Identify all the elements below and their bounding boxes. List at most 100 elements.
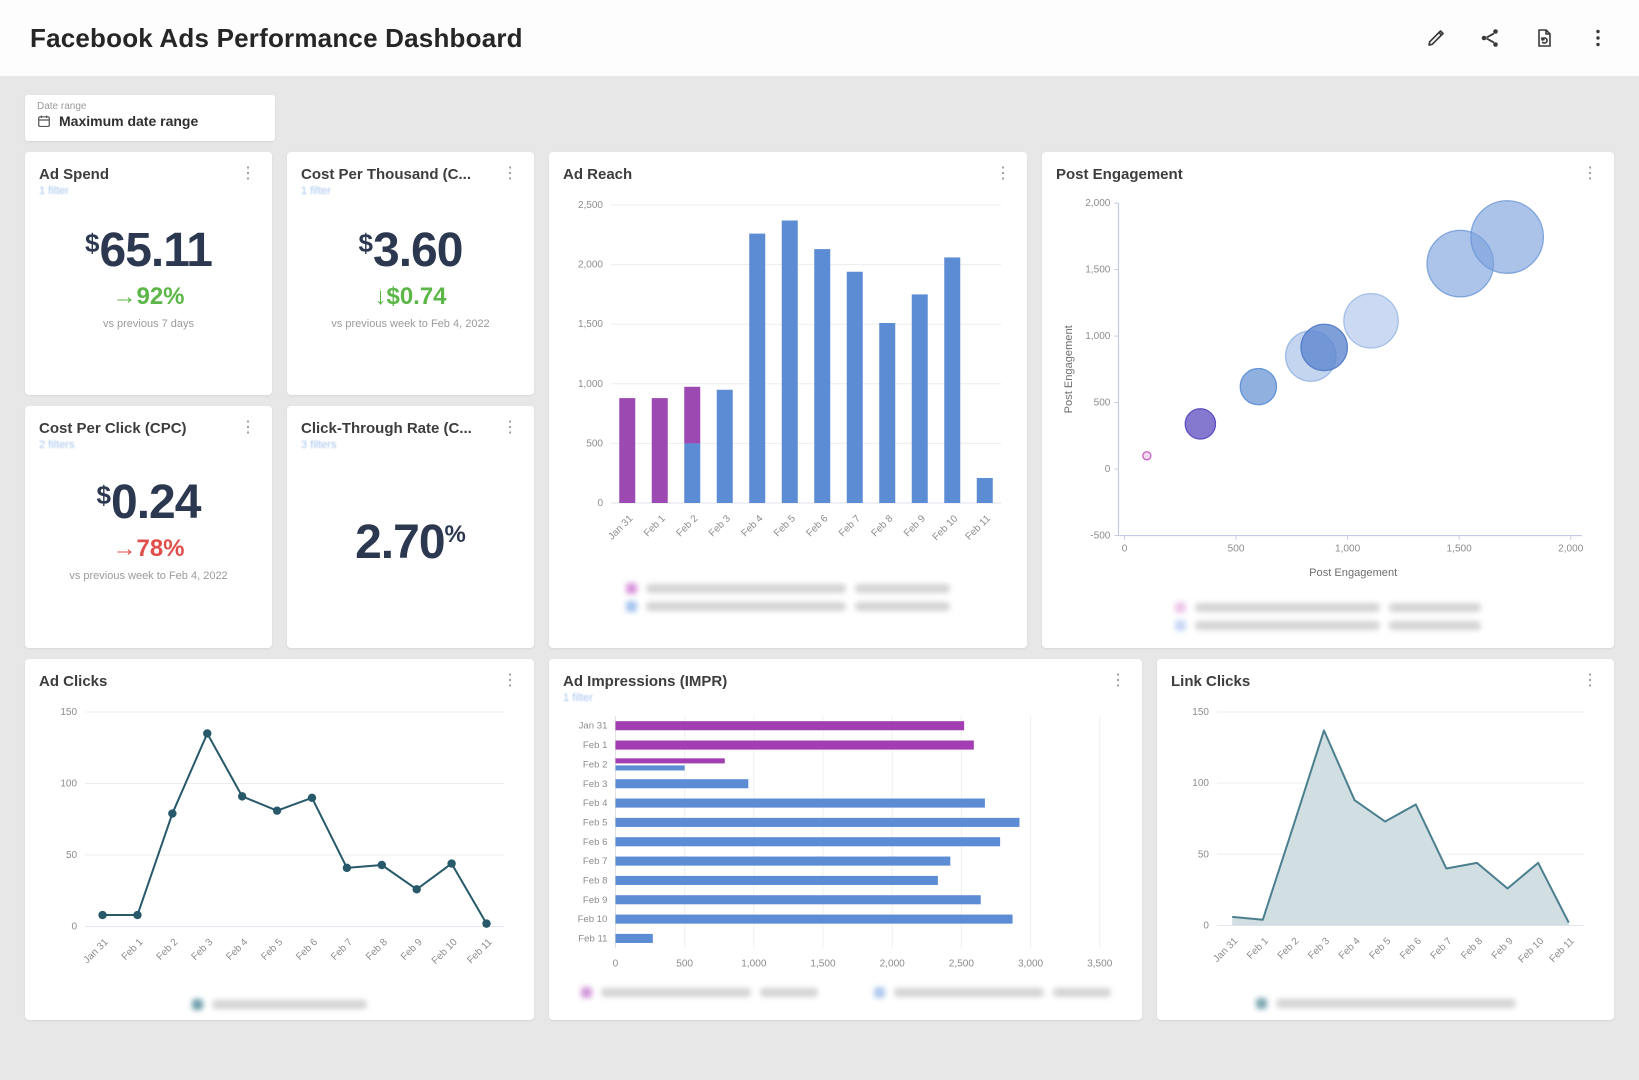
- svg-text:50: 50: [1198, 850, 1210, 861]
- kpi-comparison-text: vs previous week to Feb 4, 2022: [54, 569, 244, 584]
- card-ad-reach: Ad Reach ⋮ 05001,0001,5002,0002,500Jan 3…: [549, 152, 1027, 648]
- card-menu-icon[interactable]: ⋮: [1576, 671, 1604, 691]
- svg-text:Feb 2: Feb 2: [675, 513, 701, 539]
- svg-text:Feb 6: Feb 6: [805, 513, 831, 539]
- kpi-delta: →92%: [39, 283, 258, 311]
- card-title: Cost Per Thousand (C...: [301, 166, 520, 183]
- svg-text:3,500: 3,500: [1087, 959, 1113, 970]
- svg-text:Feb 4: Feb 4: [740, 513, 766, 539]
- svg-text:3,000: 3,000: [1018, 959, 1044, 970]
- export-icon[interactable]: [1533, 27, 1555, 49]
- svg-text:Feb 8: Feb 8: [364, 937, 390, 963]
- date-range-label: Date range: [37, 101, 263, 112]
- link-clicks-chart: 050100150Jan 31Feb 1Feb 2Feb 3Feb 4Feb 5…: [1171, 696, 1600, 1008]
- card-title: Ad Clicks: [39, 673, 520, 690]
- svg-text:Feb 6: Feb 6: [294, 937, 320, 963]
- card-title: Link Clicks: [1171, 673, 1600, 690]
- svg-text:1,500: 1,500: [1447, 544, 1473, 555]
- filter-badge[interactable]: 3 filters: [301, 439, 520, 451]
- card-menu-icon[interactable]: ⋮: [496, 164, 524, 184]
- card-menu-icon[interactable]: ⋮: [234, 418, 262, 438]
- svg-text:2,500: 2,500: [578, 200, 603, 211]
- svg-text:Feb 5: Feb 5: [1367, 936, 1393, 962]
- svg-text:2,000: 2,000: [1085, 198, 1111, 209]
- edit-icon[interactable]: [1425, 27, 1447, 49]
- svg-text:Feb 8: Feb 8: [1459, 936, 1485, 962]
- filter-badge[interactable]: 1 filter: [39, 185, 258, 197]
- card-menu-icon[interactable]: ⋮: [1104, 671, 1132, 691]
- svg-text:Jan 31: Jan 31: [606, 513, 635, 542]
- svg-text:Feb 11: Feb 11: [578, 934, 607, 945]
- svg-text:1,000: 1,000: [1335, 544, 1361, 555]
- svg-text:Post Engagement: Post Engagement: [1309, 567, 1397, 579]
- svg-text:Feb 1: Feb 1: [642, 513, 668, 539]
- card-title: Ad Impressions (IMPR): [563, 673, 1128, 690]
- chart-legend-blurred: [1056, 602, 1600, 631]
- svg-text:Feb 11: Feb 11: [465, 937, 495, 967]
- svg-text:1,500: 1,500: [810, 959, 836, 970]
- svg-text:Feb 8: Feb 8: [870, 513, 896, 539]
- svg-text:Feb 3: Feb 3: [707, 513, 733, 539]
- svg-text:2,500: 2,500: [949, 959, 975, 970]
- filter-badge[interactable]: 2 filters: [39, 439, 258, 451]
- card-menu-icon[interactable]: ⋮: [234, 164, 262, 184]
- svg-text:1,000: 1,000: [741, 959, 767, 970]
- more-icon[interactable]: [1587, 27, 1609, 49]
- ad-reach-chart: 05001,0001,5002,0002,500Jan 31Feb 1Feb 2…: [563, 191, 1013, 612]
- card-click-through-rate: Click-Through Rate (C... 3 filters ⋮ 2.7…: [287, 406, 534, 648]
- svg-text:0: 0: [1203, 921, 1209, 932]
- svg-text:0: 0: [1105, 464, 1111, 475]
- kpi-comparison-text: vs previous 7 days: [54, 317, 244, 332]
- svg-text:Feb 8: Feb 8: [583, 876, 608, 887]
- kpi-value: $65.11: [39, 227, 258, 275]
- date-range-value: Maximum date range: [59, 113, 198, 129]
- ad-clicks-chart: 050100150Jan 31Feb 1Feb 2Feb 3Feb 4Feb 5…: [39, 696, 520, 1010]
- svg-text:50: 50: [66, 850, 78, 861]
- card-ad-spend: Ad Spend 1 filter ⋮ $65.11 →92% vs previ…: [25, 152, 272, 395]
- svg-text:1,000: 1,000: [1085, 331, 1111, 342]
- svg-text:Feb 7: Feb 7: [1429, 936, 1455, 962]
- svg-text:0: 0: [72, 922, 78, 933]
- svg-text:Feb 9: Feb 9: [1490, 936, 1516, 962]
- svg-text:Feb 10: Feb 10: [1517, 936, 1547, 966]
- svg-text:Feb 6: Feb 6: [1398, 936, 1424, 962]
- post-engagement-chart: -50005001,0001,5002,00005001,0001,5002,0…: [1056, 187, 1600, 631]
- ad-impressions-chart: 05001,0001,5002,0002,5003,0003,500Jan 31…: [563, 710, 1128, 997]
- svg-text:Feb 2: Feb 2: [1276, 936, 1302, 962]
- kpi-comparison-text: vs previous week to Feb 4, 2022: [316, 317, 506, 332]
- svg-text:Feb 3: Feb 3: [1306, 936, 1332, 962]
- svg-text:150: 150: [1192, 707, 1209, 718]
- svg-text:Feb 3: Feb 3: [190, 937, 216, 963]
- svg-text:Feb 4: Feb 4: [1337, 936, 1363, 962]
- card-menu-icon[interactable]: ⋮: [496, 671, 524, 691]
- svg-text:0: 0: [597, 498, 603, 509]
- svg-text:Feb 4: Feb 4: [224, 937, 250, 963]
- svg-text:500: 500: [676, 959, 693, 970]
- kpi-value: 2.70%: [301, 519, 520, 567]
- svg-text:Jan 31: Jan 31: [579, 721, 608, 732]
- header-actions: [1425, 27, 1609, 49]
- card-menu-icon[interactable]: ⋮: [496, 418, 524, 438]
- chart-legend-blurred: [1171, 998, 1600, 1009]
- svg-text:1,500: 1,500: [578, 319, 603, 330]
- date-range-picker[interactable]: Date range Maximum date range: [25, 95, 275, 141]
- svg-text:Feb 1: Feb 1: [120, 937, 146, 963]
- svg-text:Jan 31: Jan 31: [82, 937, 111, 966]
- card-menu-icon[interactable]: ⋮: [1576, 164, 1604, 184]
- svg-text:Feb 1: Feb 1: [583, 740, 608, 751]
- card-menu-icon[interactable]: ⋮: [989, 164, 1017, 184]
- app-header: Facebook Ads Performance Dashboard: [0, 0, 1639, 76]
- filter-badge[interactable]: 1 filter: [301, 185, 520, 197]
- svg-text:500: 500: [1094, 398, 1111, 409]
- svg-text:1,000: 1,000: [578, 379, 603, 390]
- svg-text:Feb 10: Feb 10: [578, 914, 608, 925]
- svg-text:Feb 2: Feb 2: [583, 760, 608, 771]
- card-link-clicks: Link Clicks ⋮ 050100150Jan 31Feb 1Feb 2F…: [1157, 659, 1614, 1020]
- svg-text:Feb 5: Feb 5: [259, 937, 285, 963]
- card-title: Click-Through Rate (C...: [301, 420, 520, 437]
- filter-badge[interactable]: 1 filter: [563, 692, 1128, 704]
- svg-text:Jan 31: Jan 31: [1211, 936, 1240, 965]
- share-icon[interactable]: [1479, 27, 1501, 49]
- svg-text:Feb 11: Feb 11: [964, 513, 994, 543]
- svg-text:Feb 5: Feb 5: [583, 818, 608, 829]
